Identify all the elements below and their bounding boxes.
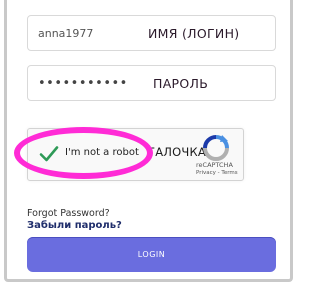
password-value: •••••••••••: [38, 75, 128, 91]
username-value: anna1977: [38, 26, 94, 40]
login-button[interactable]: LOGIN: [27, 237, 276, 272]
recaptcha-brand: reCAPTCHA: [196, 161, 233, 169]
recaptcha-widget: I'm not a robot ГАЛОЧКА reCAPTCHA Privac…: [27, 128, 244, 181]
forgot-password-link[interactable]: Forgot Password?: [27, 208, 110, 219]
password-field[interactable]: ••••••••••• ПАРОЛЬ: [27, 65, 276, 101]
password-annotation: ПАРОЛЬ: [153, 75, 209, 91]
recaptcha-logo-icon: [203, 135, 229, 161]
recaptcha-label: I'm not a robot: [65, 147, 139, 158]
checkmark-icon: [39, 146, 59, 162]
forgot-password-annotation: Забыли пароль?: [27, 220, 122, 231]
username-annotation: ИМЯ (ЛОГИН): [148, 25, 240, 41]
username-field[interactable]: anna1977 ИМЯ (ЛОГИН): [27, 15, 276, 51]
recaptcha-annotation: ГАЛОЧКА: [148, 145, 206, 159]
recaptcha-checkbox[interactable]: [39, 144, 59, 164]
recaptcha-privacy-terms-link[interactable]: Privacy - Terms: [196, 170, 238, 176]
